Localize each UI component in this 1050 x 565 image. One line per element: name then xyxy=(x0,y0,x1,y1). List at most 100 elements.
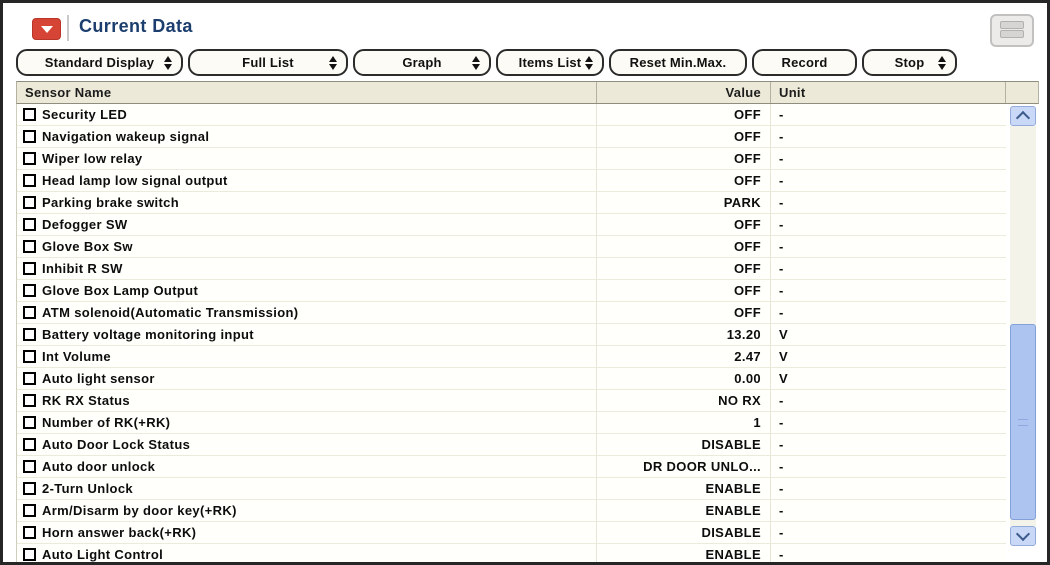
up-down-arrows-icon xyxy=(164,56,172,70)
toolbar: Standard Display Full List Graph Items List… xyxy=(16,49,957,76)
toolbar-button-stop[interactable]: Stop xyxy=(862,49,957,76)
sensor-name: Arm/Disarm by door key(+RK) xyxy=(42,500,237,521)
up-down-arrows-icon xyxy=(938,56,946,70)
row-checkbox[interactable] xyxy=(23,416,36,429)
up-down-arrows-icon xyxy=(329,56,337,70)
table-row[interactable]: Int Volume 2.47V xyxy=(17,346,1006,368)
row-checkbox[interactable] xyxy=(23,526,36,539)
table-row[interactable]: Inhibit R SWOFF- xyxy=(17,258,1006,280)
toolbar-button-items-list[interactable]: Items List xyxy=(496,49,604,76)
table-row[interactable]: Battery voltage monitoring input13.20V xyxy=(17,324,1006,346)
table-row[interactable]: ATM solenoid(Automatic Transmission) OFF- xyxy=(17,302,1006,324)
row-checkbox[interactable] xyxy=(23,504,36,517)
row-checkbox[interactable] xyxy=(23,284,36,297)
sensor-value: OFF xyxy=(597,302,771,323)
table-row[interactable]: Arm/Disarm by door key(+RK)ENABLE- xyxy=(17,500,1006,522)
toolbar-button-label: Reset Min.Max. xyxy=(630,55,727,70)
row-checkbox[interactable] xyxy=(23,438,36,451)
sensor-unit: - xyxy=(771,390,994,411)
table-row[interactable]: Security LEDOFF- xyxy=(17,104,1006,126)
row-checkbox[interactable] xyxy=(23,240,36,253)
sensor-name: Int Volume xyxy=(42,346,111,367)
table-row[interactable]: Glove Box Lamp OutputOFF- xyxy=(17,280,1006,302)
red-down-arrow-icon xyxy=(41,26,53,33)
sensor-value: OFF xyxy=(597,258,771,279)
sensor-value: PARK xyxy=(597,192,771,213)
sensor-name: Auto light sensor xyxy=(42,368,155,389)
table-row[interactable]: Auto door unlockDR DOOR UNLO...- xyxy=(17,456,1006,478)
scroll-down-button[interactable] xyxy=(1010,526,1036,546)
sensor-name: Battery voltage monitoring input xyxy=(42,324,254,345)
row-checkbox[interactable] xyxy=(23,152,36,165)
row-checkbox[interactable] xyxy=(23,482,36,495)
collapse-dropdown-button[interactable] xyxy=(32,18,61,40)
sensor-unit: V xyxy=(771,346,994,367)
toolbar-button-reset-min-max[interactable]: Reset Min.Max. xyxy=(609,49,747,76)
row-checkbox[interactable] xyxy=(23,306,36,319)
sensor-name: 2-Turn Unlock xyxy=(42,478,133,499)
table-row[interactable]: Parking brake switchPARK- xyxy=(17,192,1006,214)
sensor-name: Security LED xyxy=(42,104,127,125)
vertical-scrollbar[interactable] xyxy=(1010,106,1036,546)
row-checkbox[interactable] xyxy=(23,372,36,385)
sensor-name: ATM solenoid(Automatic Transmission) xyxy=(42,302,299,323)
table-row[interactable]: RK RX StatusNO RX- xyxy=(17,390,1006,412)
toolbar-button-graph[interactable]: Graph xyxy=(353,49,491,76)
chevron-up-icon xyxy=(1016,111,1030,125)
table-row[interactable]: Auto light sensor0.00V xyxy=(17,368,1006,390)
table-row[interactable]: Defogger SWOFF- xyxy=(17,214,1006,236)
scrollbar-thumb[interactable] xyxy=(1010,324,1036,520)
toolbar-button-label: Graph xyxy=(402,55,441,70)
sensor-name: Head lamp low signal output xyxy=(42,170,228,191)
table-row[interactable]: Horn answer back(+RK)DISABLE- xyxy=(17,522,1006,544)
sensor-unit: - xyxy=(771,478,994,499)
up-down-arrows-icon xyxy=(472,56,480,70)
toolbar-button-standard-display[interactable]: Standard Display xyxy=(16,49,183,76)
column-header-unit[interactable]: Unit xyxy=(771,82,1006,103)
sensor-value: 0.00 xyxy=(597,368,771,389)
toolbar-button-record[interactable]: Record xyxy=(752,49,857,76)
title-bar: Current Data xyxy=(3,13,1047,45)
sensor-unit: - xyxy=(771,500,994,521)
table-row[interactable]: Head lamp low signal outputOFF- xyxy=(17,170,1006,192)
column-header-value[interactable]: Value xyxy=(597,82,771,103)
sensor-name: Defogger SW xyxy=(42,214,127,235)
sensor-unit: - xyxy=(771,126,994,147)
row-checkbox[interactable] xyxy=(23,130,36,143)
row-checkbox[interactable] xyxy=(23,394,36,407)
sensor-unit: - xyxy=(771,214,994,235)
row-checkbox[interactable] xyxy=(23,108,36,121)
toolbar-button-label: Items List xyxy=(519,55,582,70)
table-row[interactable]: Auto Door Lock StatusDISABLE- xyxy=(17,434,1006,456)
row-checkbox[interactable] xyxy=(23,548,36,561)
sensor-unit: - xyxy=(771,236,994,257)
table-header: Sensor Name Value Unit xyxy=(16,81,1039,104)
row-checkbox[interactable] xyxy=(23,174,36,187)
table-row[interactable]: Auto Light ControlENABLE- xyxy=(17,544,1006,565)
row-checkbox[interactable] xyxy=(23,460,36,473)
table-row[interactable]: 2-Turn UnlockENABLE- xyxy=(17,478,1006,500)
title-divider xyxy=(67,15,69,41)
column-header-sensor-name[interactable]: Sensor Name xyxy=(17,82,597,103)
sensor-unit: - xyxy=(771,302,994,323)
sensor-value: 2.47 xyxy=(597,346,771,367)
sensor-unit: - xyxy=(771,544,994,565)
sensor-name: Inhibit R SW xyxy=(42,258,123,279)
sensor-value: 13.20 xyxy=(597,324,771,345)
toolbar-button-label: Standard Display xyxy=(45,55,154,70)
table-row[interactable]: Navigation wakeup signalOFF- xyxy=(17,126,1006,148)
print-button[interactable] xyxy=(990,14,1034,47)
scroll-up-button[interactable] xyxy=(1010,106,1036,126)
row-checkbox[interactable] xyxy=(23,328,36,341)
row-checkbox[interactable] xyxy=(23,196,36,209)
table-row[interactable]: Wiper low relayOFF- xyxy=(17,148,1006,170)
table-row[interactable]: Glove Box SwOFF- xyxy=(17,236,1006,258)
sensor-unit: - xyxy=(771,412,994,433)
row-checkbox[interactable] xyxy=(23,218,36,231)
table-body: Security LEDOFF-Navigation wakeup signal… xyxy=(16,104,1006,565)
row-checkbox[interactable] xyxy=(23,350,36,363)
sensor-unit: - xyxy=(771,280,994,301)
table-row[interactable]: Number of RK(+RK)1- xyxy=(17,412,1006,434)
toolbar-button-full-list[interactable]: Full List xyxy=(188,49,348,76)
row-checkbox[interactable] xyxy=(23,262,36,275)
